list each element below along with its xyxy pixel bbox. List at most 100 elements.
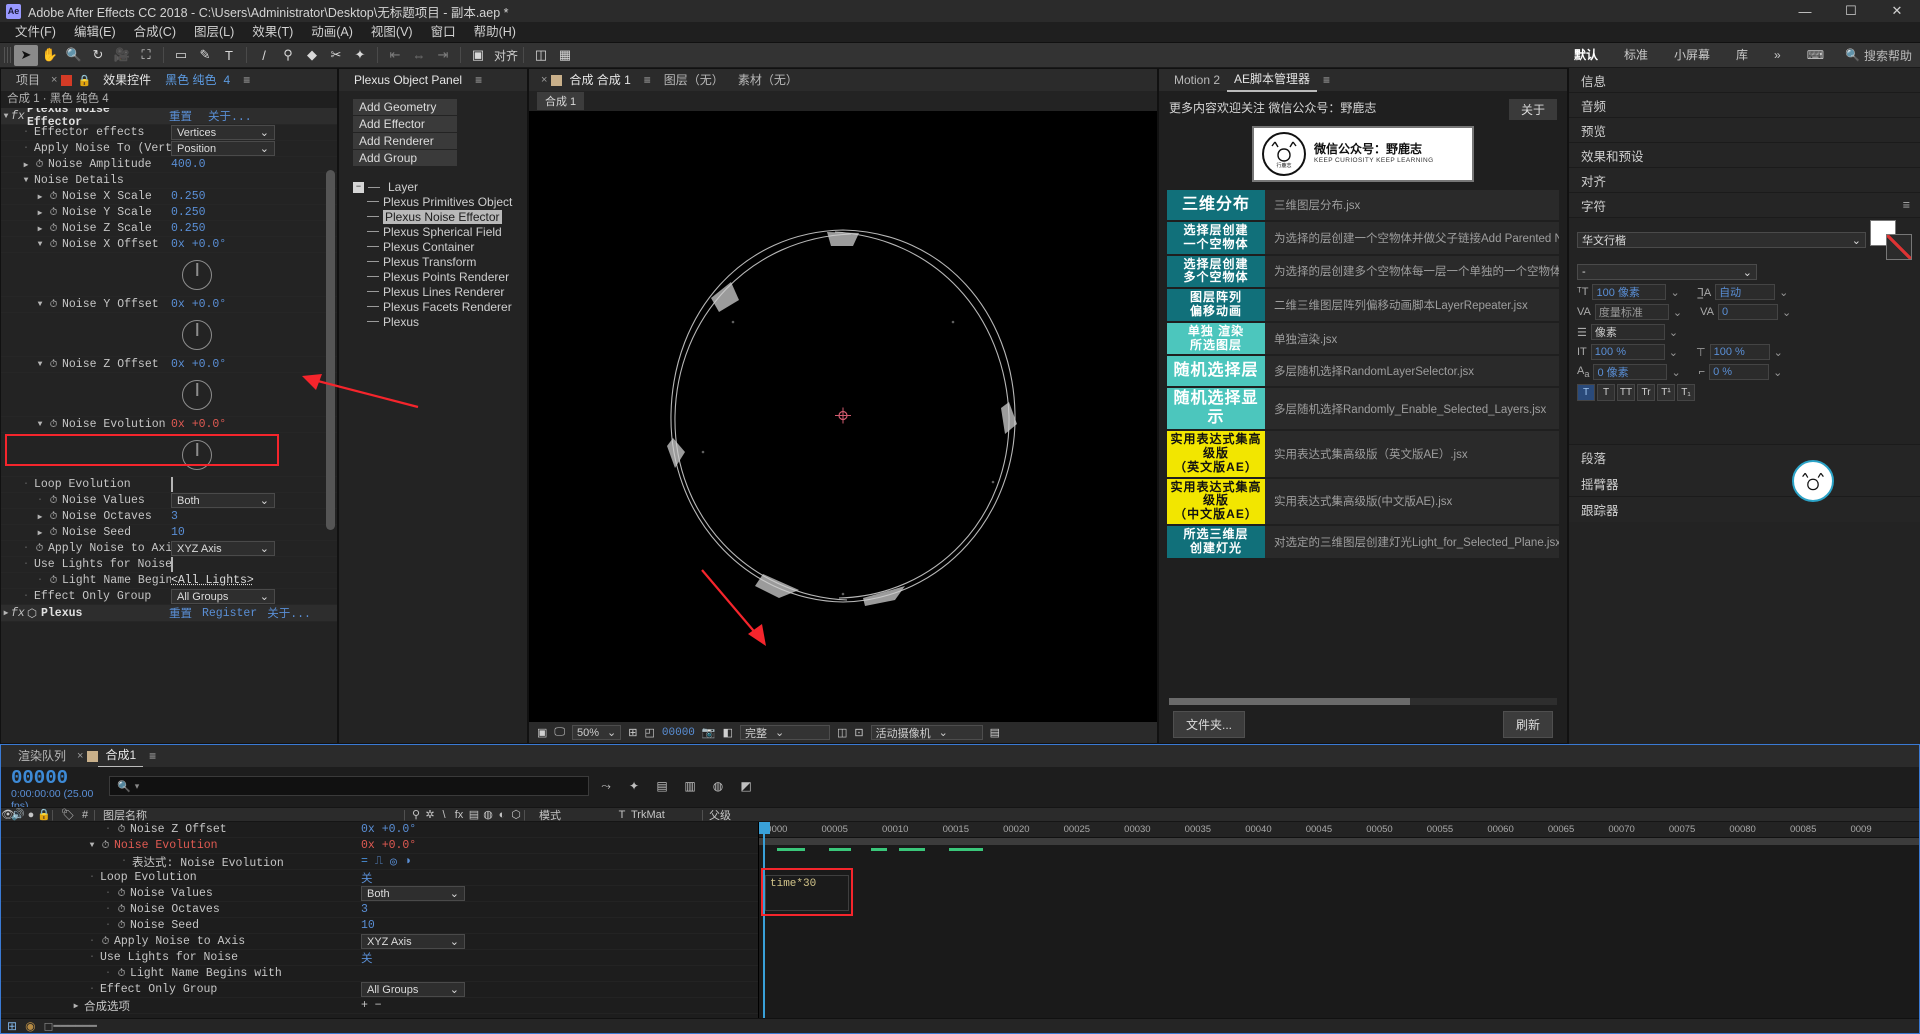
timeline-value-6[interactable]: 10 — [361, 919, 541, 932]
rail-item-paragraph[interactable]: 段落 — [1569, 444, 1920, 470]
tab-effect-controls[interactable]: 效果控件 — [96, 69, 158, 91]
script-button-0[interactable]: 三维分布 — [1167, 190, 1265, 220]
stopwatch-icon-15[interactable]: ⏱ — [34, 543, 45, 555]
chevron-down-icon-vs[interactable]: ⌄ — [1669, 346, 1678, 359]
tab-plexus-object-panel[interactable]: Plexus Object Panel — [347, 69, 469, 91]
timeline-disclosure-icon-1[interactable]: ▼ — [87, 841, 97, 850]
timeline-row-6[interactable]: · ⏱ Noise Seed 10 — [1, 918, 758, 934]
rotation-dial-7[interactable] — [182, 259, 212, 290]
guides-icon[interactable]: ⊡ — [854, 726, 863, 739]
label-icon[interactable]: 🏷 — [59, 808, 77, 821]
timeline-value-0[interactable]: 0x +0.0° — [361, 823, 541, 836]
menu-item-8[interactable]: 帮助(H) — [465, 22, 525, 43]
plexus-tree-item-2[interactable]: Plexus Spherical Field — [367, 224, 527, 239]
workspace-2[interactable]: 小屏幕 — [1661, 43, 1723, 68]
param-row-18[interactable]: · Effect Only Group All Groups ⌄ — [1, 589, 337, 605]
keyframe-bar-3[interactable] — [899, 848, 925, 851]
script-button-6[interactable]: 随机选择显示 — [1167, 388, 1265, 430]
param-value-2[interactable]: 400.0 — [171, 158, 337, 171]
collapse-switch-icon[interactable]: ✲ — [423, 808, 437, 821]
menu-item-2[interactable]: 合成(C) — [125, 22, 185, 43]
disclosure-icon-9[interactable]: ▼ — [35, 360, 45, 369]
hide-shy-layers-icon[interactable]: ▤ — [651, 776, 673, 796]
rail-item-5[interactable]: 字符 ≡ — [1569, 193, 1920, 218]
plexus-tree-item-5[interactable]: Plexus Points Renderer — [367, 269, 527, 284]
menu-item-4[interactable]: 效果(T) — [243, 22, 302, 43]
stopwatch-icon-8[interactable]: ⏱ — [48, 299, 59, 311]
comp-panel-menu-icon[interactable]: ≡ — [638, 73, 657, 87]
tab-project[interactable]: 项目 — [9, 69, 47, 91]
menu-item-0[interactable]: 文件(F) — [6, 22, 65, 43]
keyframe-bar-2[interactable] — [871, 848, 887, 851]
effect-disclosure-icon[interactable]: ▼ — [1, 112, 11, 121]
shape-tool-icon[interactable]: ▭ — [169, 45, 193, 66]
plexus-tree-item-1[interactable]: Plexus Noise Effector — [367, 209, 527, 224]
rail-item-2[interactable]: 预览 — [1569, 118, 1920, 143]
timeline-stopwatch-icon-9[interactable]: ⏱ — [116, 968, 127, 980]
toggle-switches-icon[interactable]: ⊞ — [7, 1019, 17, 1033]
script-button-9[interactable]: 所选三维层 创建灯光 — [1167, 525, 1265, 558]
param-select-1[interactable]: Position ⌄ — [171, 141, 275, 156]
font-style-select[interactable]: - ⌄ — [1577, 264, 1757, 280]
param-row-7[interactable]: ▼ ⏱ Noise X Offset 0x +0.0° — [1, 237, 337, 253]
param-row-10[interactable]: ▼ ⏱ Noise Evolution 0x +0.0° — [1, 417, 337, 433]
timeline-row-4[interactable]: · ⏱ Noise Values Both ⌄ — [1, 886, 758, 902]
collapse-icon[interactable]: − — [353, 181, 364, 193]
param-row-15[interactable]: · ⏱ Apply Noise to Axis XYZ Axis ⌄ — [1, 541, 337, 557]
close-tab-icon[interactable]: × — [47, 74, 61, 86]
param-row-4[interactable]: ▶ ⏱ Noise X Scale 0.250 — [1, 189, 337, 205]
timeline-select-7[interactable]: XYZ Axis ⌄ — [361, 934, 465, 949]
quality-switch-icon[interactable]: \ — [437, 809, 451, 821]
plexus-tree-item-0[interactable]: Plexus Primitives Object — [367, 194, 527, 209]
effect-header-plexus-noise-effector[interactable]: ▼ fx Plexus Noise Effector 重置 关于... — [1, 108, 337, 129]
stopwatch-icon-10[interactable]: ⏱ — [48, 419, 59, 431]
playhead-knob[interactable] — [758, 822, 770, 834]
param-select-0[interactable]: Vertices ⌄ — [171, 125, 275, 140]
vscale-input[interactable]: 100 % — [1590, 344, 1665, 360]
selection-tool-icon[interactable]: ➤ — [14, 44, 38, 66]
toggle-modes-icon[interactable]: ◉ — [25, 1019, 35, 1033]
comp-tab-1[interactable]: 图层（无） — [657, 69, 731, 91]
param-row-2[interactable]: ▶ ⏱ Noise Amplitude 400.0 — [1, 157, 337, 173]
script-button-2[interactable]: 选择层创建 多个空物体 — [1167, 255, 1265, 288]
text-tool-icon[interactable]: T — [217, 45, 241, 66]
param-row-5[interactable]: ▶ ⏱ Noise Y Scale 0.250 — [1, 205, 337, 221]
minimize-button[interactable]: — — [1782, 0, 1828, 22]
script-list-hscrollbar[interactable] — [1169, 698, 1557, 705]
panel-menu-icon[interactable]: ≡ — [237, 73, 256, 87]
quality-select[interactable]: 完整 ⌄ — [740, 725, 831, 740]
param-dial-8[interactable] — [1, 313, 337, 357]
lock-icon[interactable]: 🔒 — [72, 74, 96, 87]
script-tab-1[interactable]: AE脚本管理器 — [1227, 68, 1318, 92]
menu-item-3[interactable]: 图层(L) — [185, 22, 243, 43]
rotation-tool-icon[interactable]: ↻ — [86, 45, 110, 66]
effect-header-plexus[interactable]: ▶ fx ⬡ Plexus 重置 Register 关于... — [1, 605, 337, 622]
param-row-8[interactable]: ▼ ⏱ Noise Y Offset 0x +0.0° — [1, 297, 337, 313]
snapping-icon[interactable]: ◫ — [529, 45, 553, 66]
script-row-8[interactable]: 实用表达式集高级版 （中文版AE） 实用表达式集高级版(中文版AE).jsx — [1167, 478, 1559, 524]
layer-name-header[interactable]: 图层名称 — [103, 807, 403, 823]
param-row-11[interactable]: · Loop Evolution — [1, 477, 337, 493]
plexus-register-link[interactable]: Register — [202, 607, 257, 620]
snapshot-icon[interactable]: 📷 — [702, 726, 716, 739]
param-row-6[interactable]: ▶ ⏱ Noise Z Scale 0.250 — [1, 221, 337, 237]
workspace-overflow-icon[interactable]: » — [1761, 43, 1794, 68]
keyframe-bar-0[interactable] — [777, 848, 805, 851]
param-row-14[interactable]: ▶ ⏱ Noise Seed 10 — [1, 525, 337, 541]
motion-blur-switch-icon[interactable]: ◍ — [481, 808, 495, 821]
chevron-down-icon-track[interactable]: ⌄ — [1782, 306, 1791, 319]
plexus-disclosure-icon[interactable]: ▶ — [1, 608, 11, 618]
rail-item-1[interactable]: 音频 — [1569, 93, 1920, 118]
chevron-down-icon-hs[interactable]: ⌄ — [1774, 346, 1783, 359]
comp-tab-0[interactable]: 合成 合成 1 — [562, 69, 637, 91]
chevron-down-icon-kern[interactable]: ⌄ — [1673, 306, 1682, 319]
camera-select[interactable]: 活动摄像机 ⌄ — [870, 725, 983, 740]
transparency-grid-icon[interactable]: ◰ — [644, 726, 654, 739]
timeline-tab-0[interactable]: 渲染队列 — [11, 745, 73, 767]
timeline-stopwatch-icon-7[interactable]: ⏱ — [100, 936, 111, 948]
region-of-interest-icon[interactable]: ⊞ — [628, 726, 637, 739]
rail-item-wiggler[interactable]: 摇臂器 — [1569, 460, 1920, 502]
refresh-button[interactable]: 刷新 — [1502, 710, 1553, 738]
adjustment-switch-icon[interactable]: ◐ — [495, 809, 509, 821]
rotation-dial-9[interactable] — [182, 379, 212, 410]
